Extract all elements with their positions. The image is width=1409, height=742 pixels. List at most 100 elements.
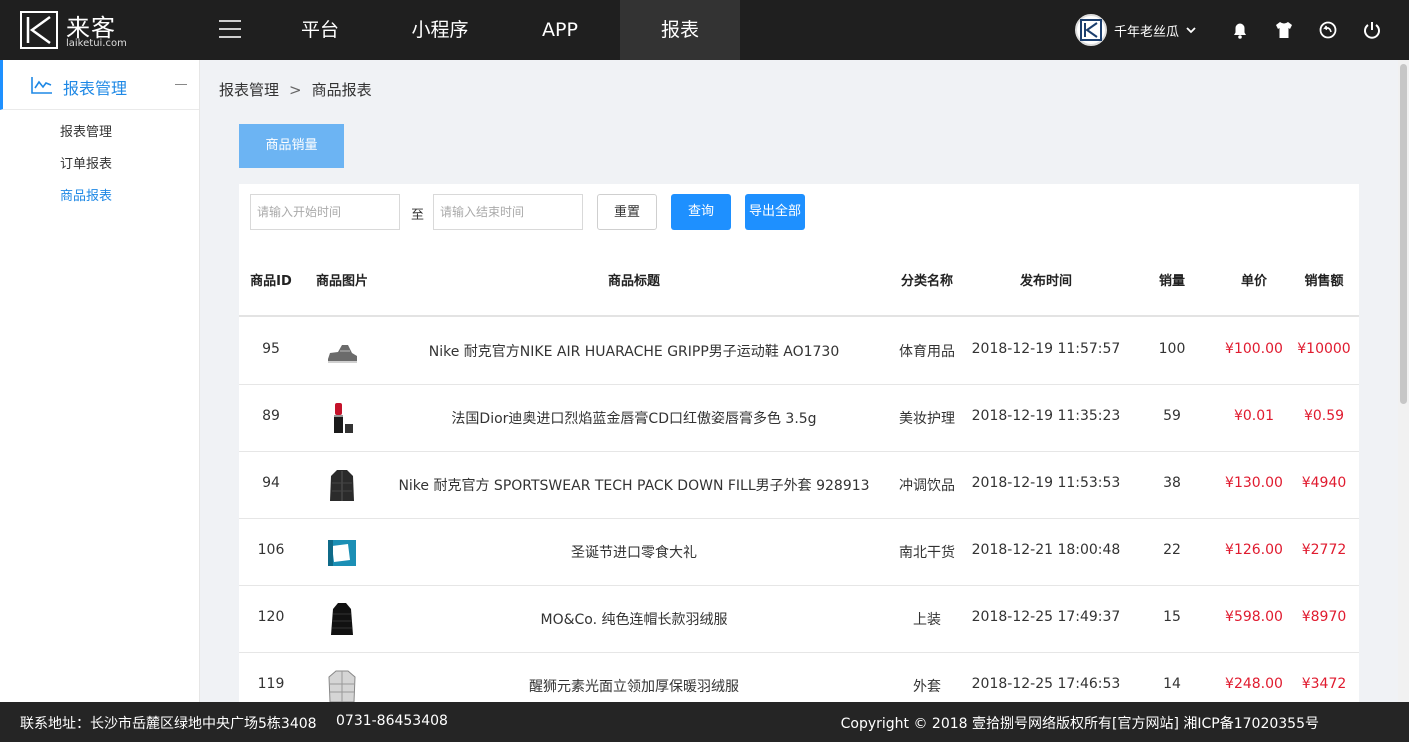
cell-price: ¥598.00 — [1225, 609, 1283, 625]
sneaker-image — [328, 345, 357, 363]
sidebar-item-product-report[interactable]: 商品报表 — [60, 185, 112, 204]
cell-category: 美妆护理 — [899, 411, 955, 427]
cell-sales: 14 — [1163, 676, 1181, 692]
snack-box-image — [328, 540, 356, 566]
column-header-category: 分类名称 — [900, 274, 954, 289]
cell-sales: 59 — [1163, 408, 1181, 424]
nav-item-app[interactable]: APP — [500, 0, 620, 60]
cell-total: ¥8970 — [1301, 609, 1347, 625]
cell-category: 南北干货 — [899, 545, 955, 561]
cell-category: 冲调饮品 — [899, 478, 955, 494]
chevron-down-icon — [1186, 27, 1196, 34]
footer: 联系地址：长沙市岳麓区绿地中央广场5栋3408 0731-86453408 Co… — [0, 702, 1409, 742]
query-button[interactable]: 查询 — [671, 194, 731, 230]
footer-address: 联系地址：长沙市岳麓区绿地中央广场5栋3408 — [20, 716, 317, 732]
cell-title: 圣诞节进口零食大礼 — [571, 545, 697, 561]
cell-date: 2018-12-19 11:35:23 — [971, 408, 1121, 424]
sidebar-group-reports[interactable]: 报表管理 — [0, 60, 199, 110]
table-row[interactable]: 120 MO&Co. 纯色连帽长款羽绒服 上装 2018-12-25 17:49… — [239, 585, 1359, 653]
silver-jacket-image — [328, 670, 356, 702]
sidebar-group-label: 报表管理 — [63, 79, 128, 98]
logo[interactable]: 来客 laiketui.com — [20, 10, 160, 50]
scrollbar-thumb[interactable] — [1400, 64, 1407, 404]
column-header-image: 商品图片 — [315, 274, 369, 289]
column-header-price: 单价 — [1240, 274, 1268, 289]
footer-phone: 0731-86453408 — [336, 713, 448, 729]
user-menu[interactable]: 千年老丝瓜 — [1075, 14, 1197, 46]
cell-sales: 38 — [1163, 475, 1181, 491]
table-row[interactable]: 106 圣诞节进口零食大礼 南北干货 2018-12-21 18:00:48 2… — [239, 518, 1359, 586]
top-icons — [1228, 18, 1404, 42]
cell-sales: 100 — [1158, 341, 1186, 357]
line-chart-icon — [31, 77, 52, 94]
long-coat-image — [331, 603, 353, 635]
breadcrumb-current: 商品报表 — [311, 81, 372, 99]
cell-price: ¥126.00 — [1225, 542, 1283, 558]
cell-sales: 15 — [1163, 609, 1181, 625]
export-all-button[interactable]: 导出全部 — [745, 194, 805, 230]
table-row[interactable]: 89 法国Dior迪奥进口烈焰蓝金唇膏CD口红傲姿唇膏多色 3.5g 美妆护理 … — [239, 384, 1359, 452]
reset-button[interactable]: 重置 — [597, 194, 657, 230]
nav-item-platform[interactable]: 平台 — [260, 0, 380, 60]
user-name: 千年老丝瓜 — [1114, 24, 1180, 40]
bell-icon[interactable] — [1228, 18, 1252, 42]
cell-price: ¥248.00 — [1225, 676, 1283, 692]
top-nav: 平台 小程序 APP 报表 — [260, 0, 740, 60]
undo-icon[interactable] — [1316, 18, 1340, 42]
sidebar-item-order-report[interactable]: 订单报表 — [60, 153, 112, 172]
report-panel: 至 重置 查询 导出全部 商品ID 商品图片 商品标题 分类名称 发布时间 销量… — [239, 184, 1359, 702]
breadcrumb-separator: > — [289, 81, 302, 99]
top-bar: 来客 laiketui.com 平台 小程序 APP 报表 千年老丝瓜 — [0, 0, 1409, 60]
column-header-title: 商品标题 — [607, 274, 661, 289]
lipstick-image — [334, 403, 353, 433]
cell-sales: 22 — [1163, 542, 1181, 558]
avatar-logo-icon — [1080, 19, 1102, 41]
breadcrumb: 报表管理 > 商品报表 — [219, 79, 372, 100]
tshirt-icon[interactable] — [1272, 18, 1296, 42]
logo-domain: laiketui.com — [66, 38, 127, 49]
cell-id: 94 — [262, 475, 280, 491]
cell-total: ¥2772 — [1301, 542, 1347, 558]
cell-date: 2018-12-19 11:57:57 — [971, 341, 1121, 357]
start-time-input[interactable] — [250, 194, 400, 230]
cell-id: 106 — [257, 542, 285, 558]
nav-item-reports[interactable]: 报表 — [620, 0, 740, 60]
table-row[interactable]: 95 Nike 耐克官方NIKE AIR HUARACHE GRIPP男子运动鞋… — [239, 317, 1359, 385]
cell-price: ¥0.01 — [1233, 408, 1275, 424]
cell-id: 95 — [262, 341, 280, 357]
cell-total: ¥4940 — [1301, 475, 1347, 491]
column-header-sales: 销量 — [1158, 274, 1186, 289]
menu-toggle-icon[interactable] — [219, 20, 241, 40]
cell-title: Nike 耐克官方NIKE AIR HUARACHE GRIPP男子运动鞋 AO… — [428, 344, 840, 360]
cell-category: 体育用品 — [899, 344, 955, 360]
cell-date: 2018-12-19 11:53:53 — [971, 475, 1121, 491]
cell-total: ¥0.59 — [1303, 408, 1345, 424]
laike-logo-icon — [20, 11, 58, 49]
table-row[interactable]: 94 Nike 耐克官方 SPORTSWEAR TECH PACK DOWN F… — [239, 451, 1359, 519]
cell-date: 2018-12-25 17:49:37 — [971, 609, 1121, 625]
end-time-input[interactable] — [433, 194, 583, 230]
column-header-id: 商品ID — [250, 274, 292, 289]
sidebar: 报表管理 报表管理 订单报表 商品报表 — [0, 60, 200, 702]
nav-item-miniprogram[interactable]: 小程序 — [380, 0, 500, 60]
cell-date: 2018-12-25 17:46:53 — [971, 676, 1121, 692]
table-row[interactable]: 119 醒狮元素光面立领加厚保暖羽绒服 外套 2018-12-25 17:46:… — [239, 652, 1359, 702]
footer-copyright[interactable]: Copyright © 2018 壹拾捌号网络版权所有[官方网站] 湘ICP备1… — [841, 713, 1319, 733]
power-icon[interactable] — [1360, 18, 1384, 42]
collapse-minus-icon[interactable] — [175, 84, 187, 85]
cell-title: 醒狮元素光面立领加厚保暖羽绒服 — [529, 679, 739, 695]
sidebar-item-report-management[interactable]: 报表管理 — [60, 121, 112, 140]
cell-total: ¥10000 — [1297, 341, 1351, 357]
cell-price: ¥130.00 — [1225, 475, 1283, 491]
cell-title: MO&Co. 纯色连帽长款羽绒服 — [540, 612, 728, 628]
down-jacket-image — [330, 470, 354, 501]
to-label: 至 — [411, 208, 425, 223]
cell-id: 89 — [262, 408, 280, 424]
cell-date: 2018-12-21 18:00:48 — [971, 542, 1121, 558]
breadcrumb-parent[interactable]: 报表管理 — [219, 81, 279, 99]
avatar — [1075, 14, 1107, 46]
cell-id: 119 — [257, 676, 285, 692]
cell-category: 外套 — [913, 679, 941, 695]
tab-product-sales[interactable]: 商品销量 — [239, 124, 344, 168]
column-header-date: 发布时间 — [1019, 274, 1073, 289]
